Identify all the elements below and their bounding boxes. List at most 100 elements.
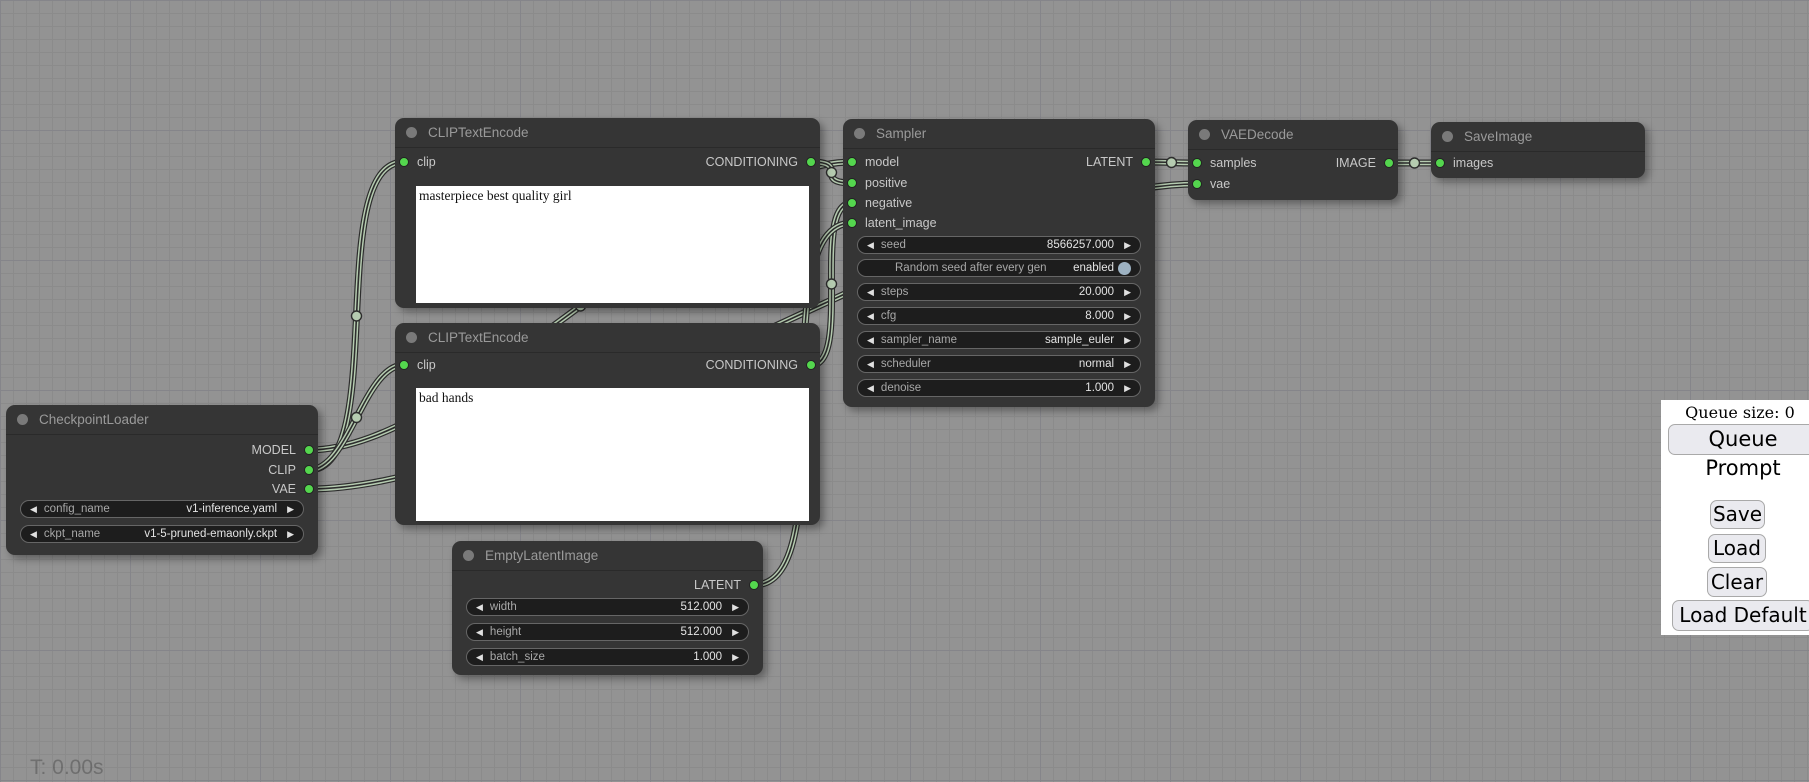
- widget-denoise[interactable]: ◀denoise1.000▶: [857, 379, 1141, 397]
- port-label: model: [865, 155, 899, 169]
- widget-value: sample_euler: [1045, 334, 1114, 346]
- node-title-bar[interactable]: CheckpointLoader: [6, 405, 318, 435]
- widget-sampler-name[interactable]: ◀sampler_namesample_euler▶: [857, 331, 1141, 349]
- input-port-model-icon[interactable]: [847, 157, 857, 167]
- node-empty-latent-image[interactable]: EmptyLatentImageLATENT◀width512.000▶◀hei…: [452, 541, 763, 675]
- output-port-conditioning-icon[interactable]: [806, 360, 816, 370]
- increment-arrow-icon[interactable]: ▶: [1124, 379, 1131, 397]
- node-save-image[interactable]: SaveImage images: [1431, 122, 1645, 178]
- decrement-arrow-icon[interactable]: ◀: [867, 283, 874, 301]
- widget-width[interactable]: ◀width512.000▶: [466, 598, 749, 616]
- increment-arrow-icon[interactable]: ▶: [732, 623, 739, 641]
- node-title-bar[interactable]: SaveImage: [1431, 122, 1645, 152]
- increment-arrow-icon[interactable]: ▶: [1124, 331, 1131, 349]
- widget-seed[interactable]: ◀ seed8566257.000 ▶: [857, 236, 1141, 254]
- output-port-latent-icon[interactable]: [749, 580, 759, 590]
- load-default-button[interactable]: Load Default: [1672, 600, 1809, 631]
- input-port-latent_image-icon[interactable]: [847, 218, 857, 228]
- port-label: vae: [1210, 177, 1230, 191]
- collapse-dot-icon[interactable]: [406, 127, 417, 138]
- widget-value: v1-5-pruned-emaonly.ckpt: [144, 528, 277, 540]
- decrement-arrow-icon[interactable]: ◀: [867, 379, 874, 397]
- widget-value: 8.000: [1085, 310, 1114, 322]
- widget-batch-size[interactable]: ◀batch_size1.000▶: [466, 648, 749, 666]
- node-title-bar[interactable]: CLIPTextEncode: [395, 323, 820, 353]
- node-checkpoint-loader[interactable]: CheckpointLoaderMODELCLIPVAE◀config_name…: [6, 405, 318, 555]
- increment-arrow-icon[interactable]: ▶: [1124, 236, 1131, 254]
- input-port-samples-icon[interactable]: [1192, 158, 1202, 168]
- collapse-dot-icon[interactable]: [406, 332, 417, 343]
- graph-canvas[interactable]: { "canvas": { "status_text": "T: 0.00s" …: [0, 0, 1809, 782]
- output-port-model-icon[interactable]: [304, 445, 314, 455]
- decrement-arrow-icon[interactable]: ◀: [476, 598, 483, 616]
- collapse-dot-icon[interactable]: [854, 128, 865, 139]
- widget-height[interactable]: ◀height512.000▶: [466, 623, 749, 641]
- input-port-negative-icon[interactable]: [847, 198, 857, 208]
- decrement-arrow-icon[interactable]: ◀: [867, 307, 874, 325]
- prompt-textarea[interactable]: masterpiece best quality girl: [416, 186, 809, 303]
- node-clip-text-encode-positive[interactable]: CLIPTextEncodeclipCONDITIONINGmasterpiec…: [395, 118, 820, 308]
- queue-prompt-button[interactable]: Queue Prompt: [1668, 424, 1809, 455]
- widget-label: denoise: [881, 382, 1085, 394]
- increment-arrow-icon[interactable]: ▶: [732, 648, 739, 666]
- increment-arrow-icon[interactable]: ▶: [1124, 307, 1131, 325]
- decrement-arrow-icon[interactable]: ◀: [867, 355, 874, 373]
- widget-label: seed: [881, 239, 1047, 251]
- node-title-bar[interactable]: VAEDecode: [1188, 120, 1398, 150]
- input-port-vae-icon[interactable]: [1192, 179, 1202, 189]
- increment-arrow-icon[interactable]: ▶: [1124, 283, 1131, 301]
- widget-value: 8566257.000: [1047, 239, 1114, 251]
- collapse-dot-icon[interactable]: [1199, 129, 1210, 140]
- save-button[interactable]: Save: [1710, 500, 1765, 529]
- port-label: images: [1453, 156, 1493, 170]
- port-label: CONDITIONING: [706, 358, 798, 372]
- wire-midpoint-dot: [1410, 158, 1420, 168]
- widget-steps[interactable]: ◀steps20.000▶: [857, 283, 1141, 301]
- input-port-clip-icon[interactable]: [399, 360, 409, 370]
- node-vae-decode[interactable]: VAEDecodesamplesvaeIMAGE: [1188, 120, 1398, 200]
- node-sampler[interactable]: Samplermodelpositivenegativelatent_image…: [843, 119, 1155, 407]
- collapse-dot-icon[interactable]: [17, 414, 28, 425]
- increment-arrow-icon[interactable]: ▶: [1124, 355, 1131, 373]
- wire-midpoint-dot: [352, 311, 362, 321]
- widget-label: cfg: [881, 310, 1085, 322]
- node-title: CheckpointLoader: [39, 412, 149, 427]
- increment-arrow-icon[interactable]: ▶: [732, 598, 739, 616]
- widget-label: batch_size: [490, 651, 693, 663]
- output-port-vae-icon[interactable]: [304, 484, 314, 494]
- widget-label: ckpt_name: [44, 528, 144, 540]
- output-port-clip-icon[interactable]: [304, 465, 314, 475]
- output-port-conditioning-icon[interactable]: [806, 157, 816, 167]
- input-port-clip-icon[interactable]: [399, 157, 409, 167]
- node-clip-text-encode-negative[interactable]: CLIPTextEncodeclipCONDITIONINGbad hands: [395, 323, 820, 525]
- widget-random-seed-after-every-gen[interactable]: Random seed after every genenabled: [857, 259, 1141, 277]
- decrement-arrow-icon[interactable]: ◀: [867, 331, 874, 349]
- port-label: LATENT: [1086, 155, 1133, 169]
- prompt-textarea[interactable]: bad hands: [416, 388, 809, 521]
- collapse-dot-icon[interactable]: [463, 550, 474, 561]
- increment-arrow-icon[interactable]: ▶: [287, 525, 294, 543]
- decrement-arrow-icon[interactable]: ◀: [476, 623, 483, 641]
- widget-label: config_name: [44, 503, 186, 515]
- collapse-dot-icon[interactable]: [1442, 131, 1453, 142]
- input-port-images-icon[interactable]: [1435, 158, 1445, 168]
- node-title-bar[interactable]: EmptyLatentImage: [452, 541, 763, 571]
- input-port-positive-icon[interactable]: [847, 178, 857, 188]
- output-port-image-icon[interactable]: [1384, 158, 1394, 168]
- decrement-arrow-icon[interactable]: ◀: [867, 236, 874, 254]
- node-title-bar[interactable]: Sampler: [843, 119, 1155, 149]
- widget-ckpt-name[interactable]: ◀ ckpt_namev1-5-pruned-emaonly.ckpt ▶: [20, 525, 304, 543]
- toggle-knob-icon[interactable]: [1118, 262, 1131, 275]
- decrement-arrow-icon[interactable]: ◀: [30, 500, 37, 518]
- decrement-arrow-icon[interactable]: ◀: [30, 525, 37, 543]
- widget-cfg[interactable]: ◀ cfg8.000 ▶: [857, 307, 1141, 325]
- increment-arrow-icon[interactable]: ▶: [287, 500, 294, 518]
- node-title-bar[interactable]: CLIPTextEncode: [395, 118, 820, 148]
- clear-button[interactable]: Clear: [1707, 567, 1767, 597]
- node-title: SaveImage: [1464, 129, 1532, 144]
- decrement-arrow-icon[interactable]: ◀: [476, 648, 483, 666]
- widget-config-name[interactable]: ◀config_namev1-inference.yaml▶: [20, 500, 304, 518]
- widget-scheduler[interactable]: ◀schedulernormal▶: [857, 355, 1141, 373]
- output-port-latent-icon[interactable]: [1141, 157, 1151, 167]
- load-button[interactable]: Load: [1708, 534, 1766, 563]
